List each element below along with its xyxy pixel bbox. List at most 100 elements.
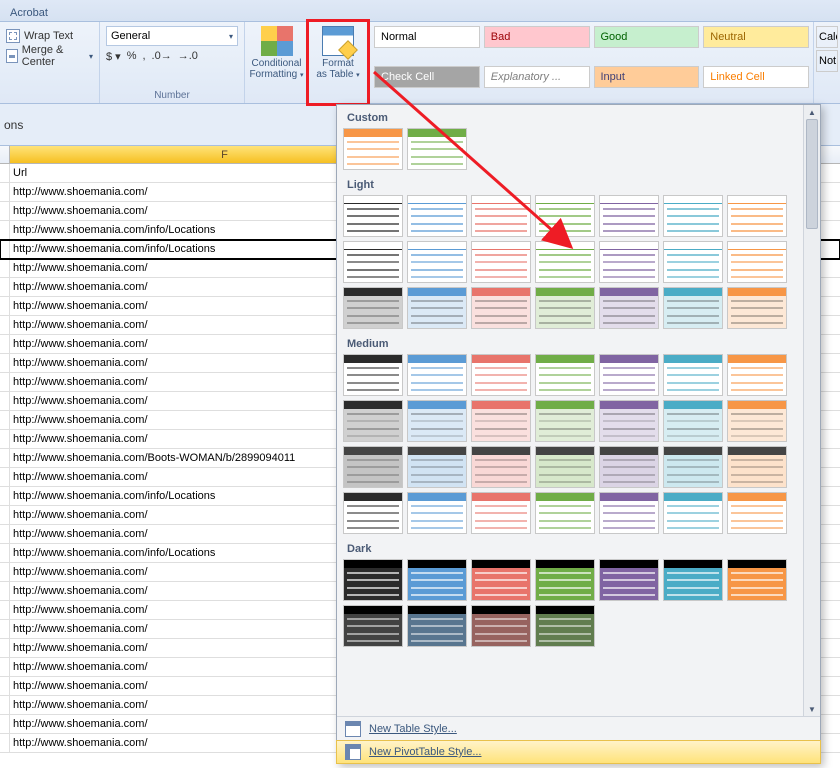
table-style-swatch[interactable] <box>343 605 403 647</box>
gallery-scrollbar[interactable]: ▲ ▼ <box>803 105 820 716</box>
table-style-swatch[interactable] <box>727 241 787 283</box>
style-note[interactable]: Not <box>816 50 838 72</box>
table-style-swatch[interactable] <box>343 195 403 237</box>
table-style-swatch[interactable] <box>727 400 787 442</box>
table-style-swatch[interactable] <box>663 287 723 329</box>
cell[interactable] <box>0 316 10 334</box>
table-style-swatch[interactable] <box>663 241 723 283</box>
new-pivottable-style-button[interactable]: New PivotTable Style... <box>336 740 821 764</box>
table-style-swatch[interactable] <box>727 354 787 396</box>
table-style-swatch[interactable] <box>599 195 659 237</box>
scrollbar-thumb[interactable] <box>806 119 818 229</box>
cell[interactable] <box>0 487 10 505</box>
table-style-swatch[interactable] <box>407 354 467 396</box>
style-good[interactable]: Good <box>594 26 700 48</box>
cell[interactable] <box>0 544 10 562</box>
table-style-swatch[interactable] <box>343 287 403 329</box>
table-style-swatch[interactable] <box>471 605 531 647</box>
style-input[interactable]: Input <box>594 66 700 88</box>
accounting-format-button[interactable]: $ ▾ <box>106 50 121 63</box>
style-check-cell[interactable]: Check Cell <box>374 66 480 88</box>
cell[interactable] <box>0 164 10 182</box>
table-style-swatch[interactable] <box>663 446 723 488</box>
table-style-swatch[interactable] <box>599 354 659 396</box>
cell[interactable] <box>0 468 10 486</box>
cell[interactable] <box>0 373 10 391</box>
cell[interactable] <box>0 183 10 201</box>
table-style-swatch[interactable] <box>535 287 595 329</box>
table-style-swatch[interactable] <box>407 287 467 329</box>
table-style-swatch[interactable] <box>535 241 595 283</box>
format-as-table-button[interactable]: Formatas Table ▾ <box>306 19 370 106</box>
table-style-swatch[interactable] <box>535 446 595 488</box>
table-style-swatch[interactable] <box>471 354 531 396</box>
cell[interactable] <box>0 297 10 315</box>
style-normal[interactable]: Normal <box>374 26 480 48</box>
cell[interactable] <box>0 449 10 467</box>
table-style-swatch[interactable] <box>599 400 659 442</box>
style-calculation[interactable]: Calc <box>816 26 838 48</box>
table-style-swatch[interactable] <box>407 241 467 283</box>
table-style-swatch[interactable] <box>535 605 595 647</box>
table-style-swatch[interactable] <box>663 559 723 601</box>
cell[interactable] <box>0 563 10 581</box>
table-style-swatch[interactable] <box>663 195 723 237</box>
cell[interactable] <box>0 525 10 543</box>
table-style-swatch[interactable] <box>599 287 659 329</box>
cell[interactable] <box>0 221 10 239</box>
table-style-swatch[interactable] <box>343 492 403 534</box>
conditional-formatting-button[interactable]: ConditionalFormatting ▾ <box>245 22 309 103</box>
style-linked-cell[interactable]: Linked Cell <box>703 66 809 88</box>
table-style-swatch[interactable] <box>727 195 787 237</box>
table-style-swatch[interactable] <box>663 492 723 534</box>
cell[interactable] <box>0 202 10 220</box>
cell[interactable] <box>0 639 10 657</box>
table-style-swatch[interactable] <box>599 446 659 488</box>
cell[interactable] <box>0 677 10 695</box>
increase-decimal-button[interactable]: .0→ <box>152 50 172 63</box>
new-table-style-button[interactable]: New Table Style... <box>337 717 820 741</box>
table-style-swatch[interactable] <box>663 354 723 396</box>
table-style-swatch[interactable] <box>727 559 787 601</box>
column-header-e[interactable] <box>0 146 10 163</box>
cell[interactable] <box>0 715 10 733</box>
table-style-swatch[interactable] <box>535 400 595 442</box>
cell[interactable] <box>0 658 10 676</box>
table-style-swatch[interactable] <box>407 128 467 170</box>
cell[interactable] <box>0 582 10 600</box>
table-style-swatch[interactable] <box>471 446 531 488</box>
cell[interactable] <box>0 354 10 372</box>
table-style-swatch[interactable] <box>727 446 787 488</box>
table-style-swatch[interactable] <box>471 400 531 442</box>
table-style-swatch[interactable] <box>343 128 403 170</box>
table-style-swatch[interactable] <box>343 559 403 601</box>
style-explanatory[interactable]: Explanatory ... <box>484 66 590 88</box>
style-neutral[interactable]: Neutral <box>703 26 809 48</box>
table-style-swatch[interactable] <box>471 241 531 283</box>
scroll-down-icon[interactable]: ▼ <box>804 702 820 716</box>
table-style-swatch[interactable] <box>407 400 467 442</box>
table-style-swatch[interactable] <box>727 287 787 329</box>
table-style-swatch[interactable] <box>599 241 659 283</box>
table-style-swatch[interactable] <box>407 446 467 488</box>
cell[interactable] <box>0 696 10 714</box>
table-style-swatch[interactable] <box>535 559 595 601</box>
cell[interactable] <box>0 620 10 638</box>
cell-styles-gallery[interactable]: Normal Bad Good Neutral Check Cell Expla… <box>370 22 814 103</box>
number-format-select[interactable]: General ▾ <box>106 26 238 46</box>
cell[interactable] <box>0 411 10 429</box>
table-style-swatch[interactable] <box>599 559 659 601</box>
cell[interactable] <box>0 278 10 296</box>
tab-acrobat[interactable]: Acrobat <box>0 4 58 21</box>
table-style-swatch[interactable] <box>535 492 595 534</box>
table-style-swatch[interactable] <box>535 195 595 237</box>
wrap-text-button[interactable]: Wrap Text <box>6 26 93 46</box>
table-style-swatch[interactable] <box>663 400 723 442</box>
table-style-swatch[interactable] <box>535 354 595 396</box>
cell[interactable] <box>0 734 10 752</box>
cell[interactable] <box>0 392 10 410</box>
table-style-swatch[interactable] <box>471 492 531 534</box>
scroll-up-icon[interactable]: ▲ <box>804 105 820 119</box>
cell[interactable] <box>0 430 10 448</box>
comma-format-button[interactable]: , <box>142 50 145 63</box>
